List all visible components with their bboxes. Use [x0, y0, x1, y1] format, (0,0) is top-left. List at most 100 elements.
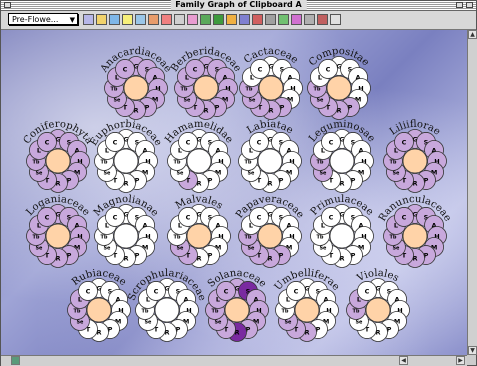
scroll-thumb[interactable] — [11, 356, 20, 365]
petal-label: Se — [35, 171, 43, 177]
petal-label: Tb — [33, 160, 40, 166]
zoom-box[interactable] — [456, 2, 463, 8]
petal-label: C — [329, 213, 334, 221]
petal-label: C — [257, 213, 262, 221]
family-flower[interactable]: SolanaceaeG SAHMPRTSeTbLC — [203, 268, 271, 342]
scroll-left-button[interactable]: ◀ — [399, 356, 408, 365]
flower-center — [123, 75, 149, 101]
grid-icon[interactable] — [83, 14, 94, 25]
family-flower[interactable]: CompositaeG SAHMPRTSeTbLC — [305, 46, 373, 120]
resize-grip[interactable] — [467, 355, 476, 365]
card-icon[interactable] — [252, 14, 263, 25]
family-flower[interactable]: ScrophulariaceaeG SAHMPRTSeTbLC — [126, 268, 208, 342]
family-flower[interactable]: EuphorbiaceaeG SAHMPRTSeTbLC — [88, 119, 164, 193]
petal-label: Tb — [101, 160, 108, 166]
arrows-icon[interactable] — [317, 14, 328, 25]
petal-label: Se — [76, 320, 84, 326]
family-flower[interactable]: ViolalesG SAHMPRTSeTbLC — [344, 268, 412, 342]
sort-icon[interactable] — [265, 14, 276, 25]
flower-center — [402, 223, 428, 249]
petal-label: C — [326, 65, 331, 73]
flower-center — [186, 223, 212, 249]
petal-label: Tb — [390, 235, 397, 241]
family-flower[interactable]: LeguminosaeG SAHMPRTSeTbLC — [307, 119, 377, 193]
palette-icon[interactable] — [187, 14, 198, 25]
picture-icon[interactable] — [148, 14, 159, 25]
petal-label: C — [45, 138, 50, 146]
family-flower[interactable]: LoganiaceaeG SAHMPRTSeTbLC — [24, 194, 92, 268]
petal-label: C — [193, 65, 198, 73]
close-box[interactable] — [4, 2, 11, 8]
family-flower[interactable]: MalvalesG SAHMPRTSeTbLC — [165, 194, 233, 268]
family-flower[interactable]: LiliifloraeG SAHMPRTSeTbLC — [381, 119, 449, 193]
filter-dropdown[interactable]: Pre-Flowe... ▼ — [8, 13, 78, 25]
family-flower[interactable]: AnacardiaceaeG SAHMPRTSeTbLC — [98, 46, 173, 120]
petal-label: Tb — [314, 87, 321, 93]
family-flower[interactable]: PapaveraceaeG SAHMPRTSeTbLC — [234, 194, 306, 268]
petal-label: C — [154, 287, 159, 295]
flower-center — [258, 75, 284, 101]
petal-label: C — [113, 138, 118, 146]
mail-icon[interactable] — [135, 14, 146, 25]
search-icon[interactable] — [174, 14, 185, 25]
petal-label: C — [224, 287, 229, 295]
bulb-icon[interactable] — [122, 14, 133, 25]
toolbar: Pre-Flowe... ▼ — [1, 11, 476, 30]
petal-label: Tb — [246, 87, 253, 93]
window-title: Family Graph of Clipboard A — [170, 0, 307, 10]
plant-icon[interactable] — [213, 14, 224, 25]
family-flower[interactable]: CactaceaeG SAHMPRTSeTbLC — [237, 46, 305, 120]
scroll-down-button[interactable]: ▼ — [468, 346, 477, 355]
scroll-up-button[interactable]: ▲ — [468, 30, 477, 39]
petal-label: C — [329, 138, 334, 146]
petal-label: Tb — [181, 87, 188, 93]
petal-label: Tb — [245, 160, 252, 166]
tree-icon[interactable] — [200, 14, 211, 25]
family-flower[interactable]: RanunculaceaeG SAHMPRTSeTbLC — [377, 194, 453, 268]
ruler-icon[interactable] — [304, 14, 315, 25]
family-flower[interactable]: MagnolianaeG SAHMPRTSeTbLC — [92, 194, 161, 268]
filter-value: Pre-Flowe... — [12, 15, 59, 24]
petal-label: C — [186, 138, 191, 146]
horizontal-scrollbar[interactable]: ◀ ▶ — [1, 355, 467, 366]
flower-icon[interactable] — [161, 14, 172, 25]
petal-label: C — [258, 65, 263, 73]
petal-label: C — [294, 287, 299, 295]
petal-label: C — [402, 138, 407, 146]
globe-icon[interactable] — [109, 14, 120, 25]
petal-label: Tb — [353, 309, 360, 315]
collapse-box[interactable] — [466, 2, 473, 8]
family-flower[interactable]: HamamelidaeG SAHMPRTSeTbLC — [163, 119, 235, 193]
warning-icon[interactable] — [226, 14, 237, 25]
star-icon[interactable] — [330, 14, 341, 25]
petal-label: Se — [248, 98, 256, 104]
title-bar[interactable]: Family Graph of Clipboard A — [1, 0, 476, 11]
flower-center — [193, 75, 219, 101]
family-flower[interactable]: RubiaceaeG SAHMPRTSeTbLC — [65, 268, 133, 342]
leaf-icon[interactable] — [278, 14, 289, 25]
family-flower[interactable]: LabiataeG SAHMPRTSeTbLC — [236, 119, 304, 193]
chart-icon[interactable] — [96, 14, 107, 25]
petal-label: Tb — [101, 235, 108, 241]
flower-center — [45, 223, 71, 249]
app-window: Family Graph of Clipboard A Pre-Flowe...… — [0, 0, 477, 366]
flower-center — [113, 148, 139, 174]
family-flower[interactable]: UmbelliferaeG SAHMPRTSeTbLC — [273, 268, 342, 342]
petal-label: Tb — [74, 309, 81, 315]
petal-label: Se — [103, 246, 111, 252]
flower-center — [326, 75, 352, 101]
flower-center — [365, 297, 391, 323]
vertical-scrollbar[interactable]: ▲ ▼ — [467, 30, 477, 355]
petal-label: Se — [247, 246, 255, 252]
family-flower[interactable]: BerberidaceaeG SAHMPRTSeTbLC — [169, 46, 243, 120]
scroll-right-button[interactable]: ▶ — [456, 356, 465, 365]
petal-icon[interactable] — [291, 14, 302, 25]
family-flower[interactable]: PrimulaceaeG SAHMPRTSeTbLC — [308, 194, 376, 268]
family-graph-canvas[interactable]: Anacardiaceae G S A H M P R T Se Tb L C Berberidaceae… — [1, 30, 467, 355]
book-icon[interactable] — [239, 14, 250, 25]
petal-label: Tb — [174, 160, 181, 166]
petal-label: C — [365, 287, 370, 295]
flower-center — [113, 223, 139, 249]
petal-label: Tb — [174, 235, 181, 241]
family-flower[interactable]: ConiferophytaG SAHMPRTSeTbLC — [22, 119, 95, 193]
